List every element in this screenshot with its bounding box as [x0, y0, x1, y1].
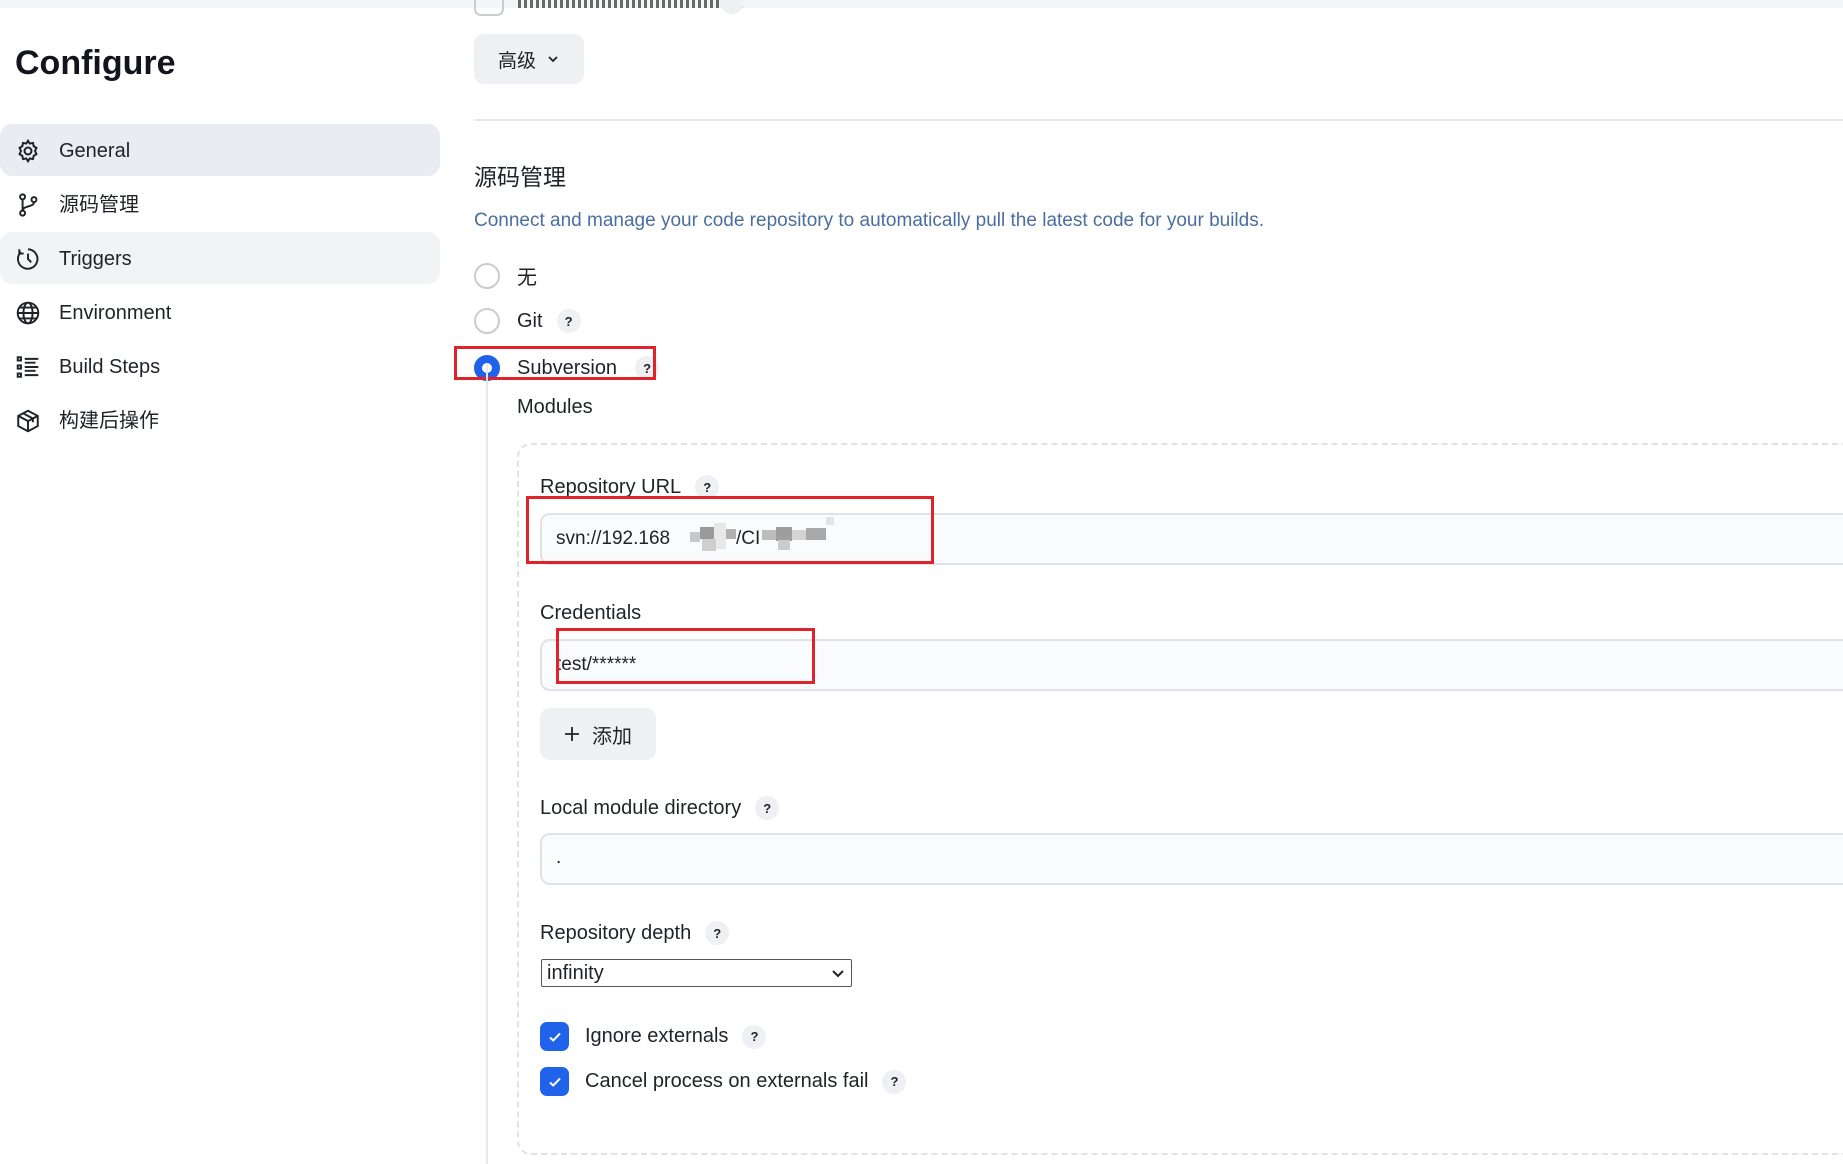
sidebar-item-scm[interactable]: 源码管理 [0, 178, 440, 230]
globe-icon [16, 301, 40, 325]
checkmark-icon [548, 1032, 561, 1042]
field-label-text: Local module directory [540, 796, 742, 819]
sidebar-item-general[interactable]: General [0, 124, 440, 176]
radio-label: Subversion [517, 356, 618, 379]
checkbox-label: Ignore externals [585, 1025, 729, 1047]
radio-option-none[interactable]: 无 [474, 261, 537, 290]
nested-indent-line [486, 364, 488, 1164]
advanced-button-label: 高级 [497, 50, 536, 72]
repository-depth-select[interactable]: infinity [541, 959, 852, 987]
sidebar-item-label: Triggers [59, 248, 132, 270]
section-description: Connect and manage your code repository … [474, 210, 1265, 231]
help-icon[interactable]: ? [882, 1069, 907, 1094]
cancel-process-option[interactable]: Cancel process on externals fail ? [540, 1067, 907, 1096]
partial-help-icon[interactable] [720, 0, 744, 14]
redacted-pixel [778, 540, 790, 550]
field-label-text: Repository depth [540, 921, 692, 944]
sidebar-item-label: 构建后操作 [59, 410, 159, 432]
local-module-directory-label: Local module directory ? [540, 796, 780, 820]
sidebar-item-environment[interactable]: Environment [0, 286, 440, 338]
sidebar-item-triggers[interactable]: Triggers [0, 232, 440, 284]
repository-url-value-prefix: svn://192.168 [556, 528, 671, 549]
redacted-pixel [826, 517, 834, 525]
repository-url-label: Repository URL ? [540, 475, 720, 499]
redacted-pixel [690, 532, 700, 542]
sidebar: General 源码管理 Triggers Environment Build … [0, 124, 440, 448]
gear-icon [18, 138, 38, 164]
help-icon[interactable]: ? [742, 1024, 767, 1049]
redacted-pixel [726, 529, 736, 539]
branch-icon [19, 193, 38, 217]
help-icon[interactable]: ? [755, 796, 780, 820]
chevron-down-icon [548, 56, 558, 63]
redacted-pixel [702, 539, 716, 551]
sidebar-item-label: Environment [59, 302, 172, 324]
repository-depth-value: infinity [547, 961, 604, 984]
radio-button[interactable] [474, 308, 500, 334]
redacted-pixel [776, 527, 792, 541]
partial-option-text [518, 0, 744, 8]
section-title: 源码管理 [474, 164, 566, 190]
help-icon[interactable]: ? [635, 356, 660, 380]
add-button-label: 添加 [592, 725, 632, 748]
sidebar-item-label: General [59, 140, 131, 162]
credentials-value: test/****** [556, 654, 637, 675]
add-credentials-button[interactable]: 添加 [540, 708, 656, 760]
advanced-button[interactable]: 高级 [474, 34, 584, 84]
repository-depth-label: Repository depth ? [540, 921, 730, 945]
redacted-pixel [806, 528, 826, 540]
help-icon[interactable]: ? [705, 921, 730, 945]
page-title: Configure [15, 44, 176, 82]
clock-icon [16, 248, 39, 270]
redacted-pixel [700, 527, 714, 539]
field-label-text: Credentials [540, 602, 642, 624]
ignore-externals-option[interactable]: Ignore externals ? [540, 1022, 767, 1051]
ignore-externals-checkbox[interactable] [540, 1022, 569, 1051]
radio-label: Git [517, 309, 543, 332]
sidebar-item-post-build[interactable]: 构建后操作 [0, 394, 440, 446]
chevron-down-icon [832, 970, 844, 978]
plus-icon [565, 727, 579, 741]
checkmark-icon [548, 1077, 561, 1087]
section-divider [474, 119, 1843, 121]
local-module-directory-input[interactable]: . [540, 833, 1843, 885]
checkbox-label: Cancel process on externals fail [585, 1070, 869, 1092]
sidebar-item-build-steps[interactable]: Build Steps [0, 340, 440, 392]
radio-button[interactable] [474, 262, 500, 289]
credentials-label: Credentials [540, 602, 641, 625]
credentials-select[interactable]: test/****** [540, 639, 1843, 691]
radio-option-git[interactable]: Git ? [474, 308, 581, 334]
redacted-pixel [792, 530, 806, 540]
main-content: 高级 源码管理 Connect and manage your code rep… [454, 0, 1843, 1164]
repository-url-value-mid: /CI [736, 528, 761, 549]
partial-checkbox[interactable] [474, 0, 504, 16]
modules-label: Modules [517, 396, 593, 418]
radio-label: 无 [517, 267, 537, 289]
sidebar-item-label: 源码管理 [59, 194, 139, 216]
cancel-process-checkbox[interactable] [540, 1067, 569, 1096]
repository-url-input[interactable]: svn://192.168 /CI [540, 513, 1843, 565]
radio-option-subversion[interactable]: Subversion ? [474, 355, 660, 381]
help-icon[interactable]: ? [695, 475, 720, 499]
redacted-pixel [762, 530, 776, 540]
help-icon[interactable]: ? [556, 309, 581, 333]
list-icon [16, 356, 39, 378]
field-label-text: Repository URL [540, 475, 682, 498]
package-icon [17, 409, 39, 433]
local-module-directory-value: . [556, 847, 562, 868]
sidebar-item-label: Build Steps [59, 356, 161, 378]
